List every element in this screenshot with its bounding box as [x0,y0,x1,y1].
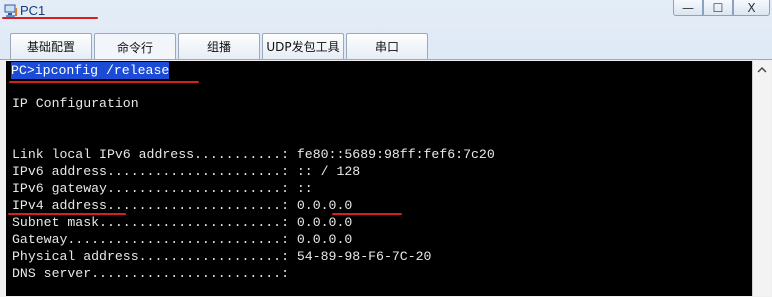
minimize-button[interactable]: — [673,0,703,16]
tab-command-line[interactable]: 命令行 [94,33,176,60]
output-line: DNS server........................: [12,266,289,281]
output-line: Link local IPv6 address...........: fe80… [12,147,495,162]
scroll-up-button[interactable] [753,61,771,78]
title-red-underline [2,17,98,19]
output-line: IPv6 gateway......................: :: [12,181,313,196]
tab-label: 串口 [374,40,399,54]
command-terminal[interactable]: PC>ipconfig /release IP Configuration Li… [6,61,752,296]
command-red-underline [9,81,199,83]
close-icon: X [747,0,756,15]
output-line: IP Configuration [12,96,139,111]
tab-multicast[interactable]: 组播 [178,33,260,59]
output-line-ipv4: IPv4 address......................: 0.0.… [12,198,353,213]
minimize-icon: — [682,0,694,15]
output-line: Subnet mask.......................: 0.0.… [12,215,353,230]
tab-udp-tool[interactable]: UDP发包工具 [262,33,344,59]
tab-basic-config[interactable]: 基础配置 [10,33,92,59]
output-line: Gateway...........................: 0.0.… [12,232,353,247]
tab-label: UDP发包工具 [266,40,340,54]
command-line: PC>ipconfig /release [11,62,170,79]
tab-serial-port[interactable]: 串口 [346,33,428,59]
terminal-scrollbar[interactable] [752,61,771,296]
maximize-icon: ☐ [712,0,724,15]
maximize-button[interactable]: ☐ [703,0,733,16]
tab-label: 基础配置 [26,40,75,54]
output-line: IPv6 address......................: :: /… [12,164,361,179]
chevron-up-icon [757,66,767,72]
tab-label: 命令行 [116,40,153,55]
title-bar[interactable]: PC1 — ☐ X [0,0,772,24]
tab-label: 组播 [206,40,231,54]
pc-app-icon [4,4,17,17]
close-button[interactable]: X [733,0,770,16]
output-line: Physical address..................: 54-8… [12,249,432,264]
pc1-window: PC1 — ☐ X 基础配置 命令行 组播 UDP发包工具 串口 PC>ipco… [0,0,772,297]
tab-bar: 基础配置 命令行 组播 UDP发包工具 串口 [0,33,772,60]
window-title: PC1 [20,3,46,18]
